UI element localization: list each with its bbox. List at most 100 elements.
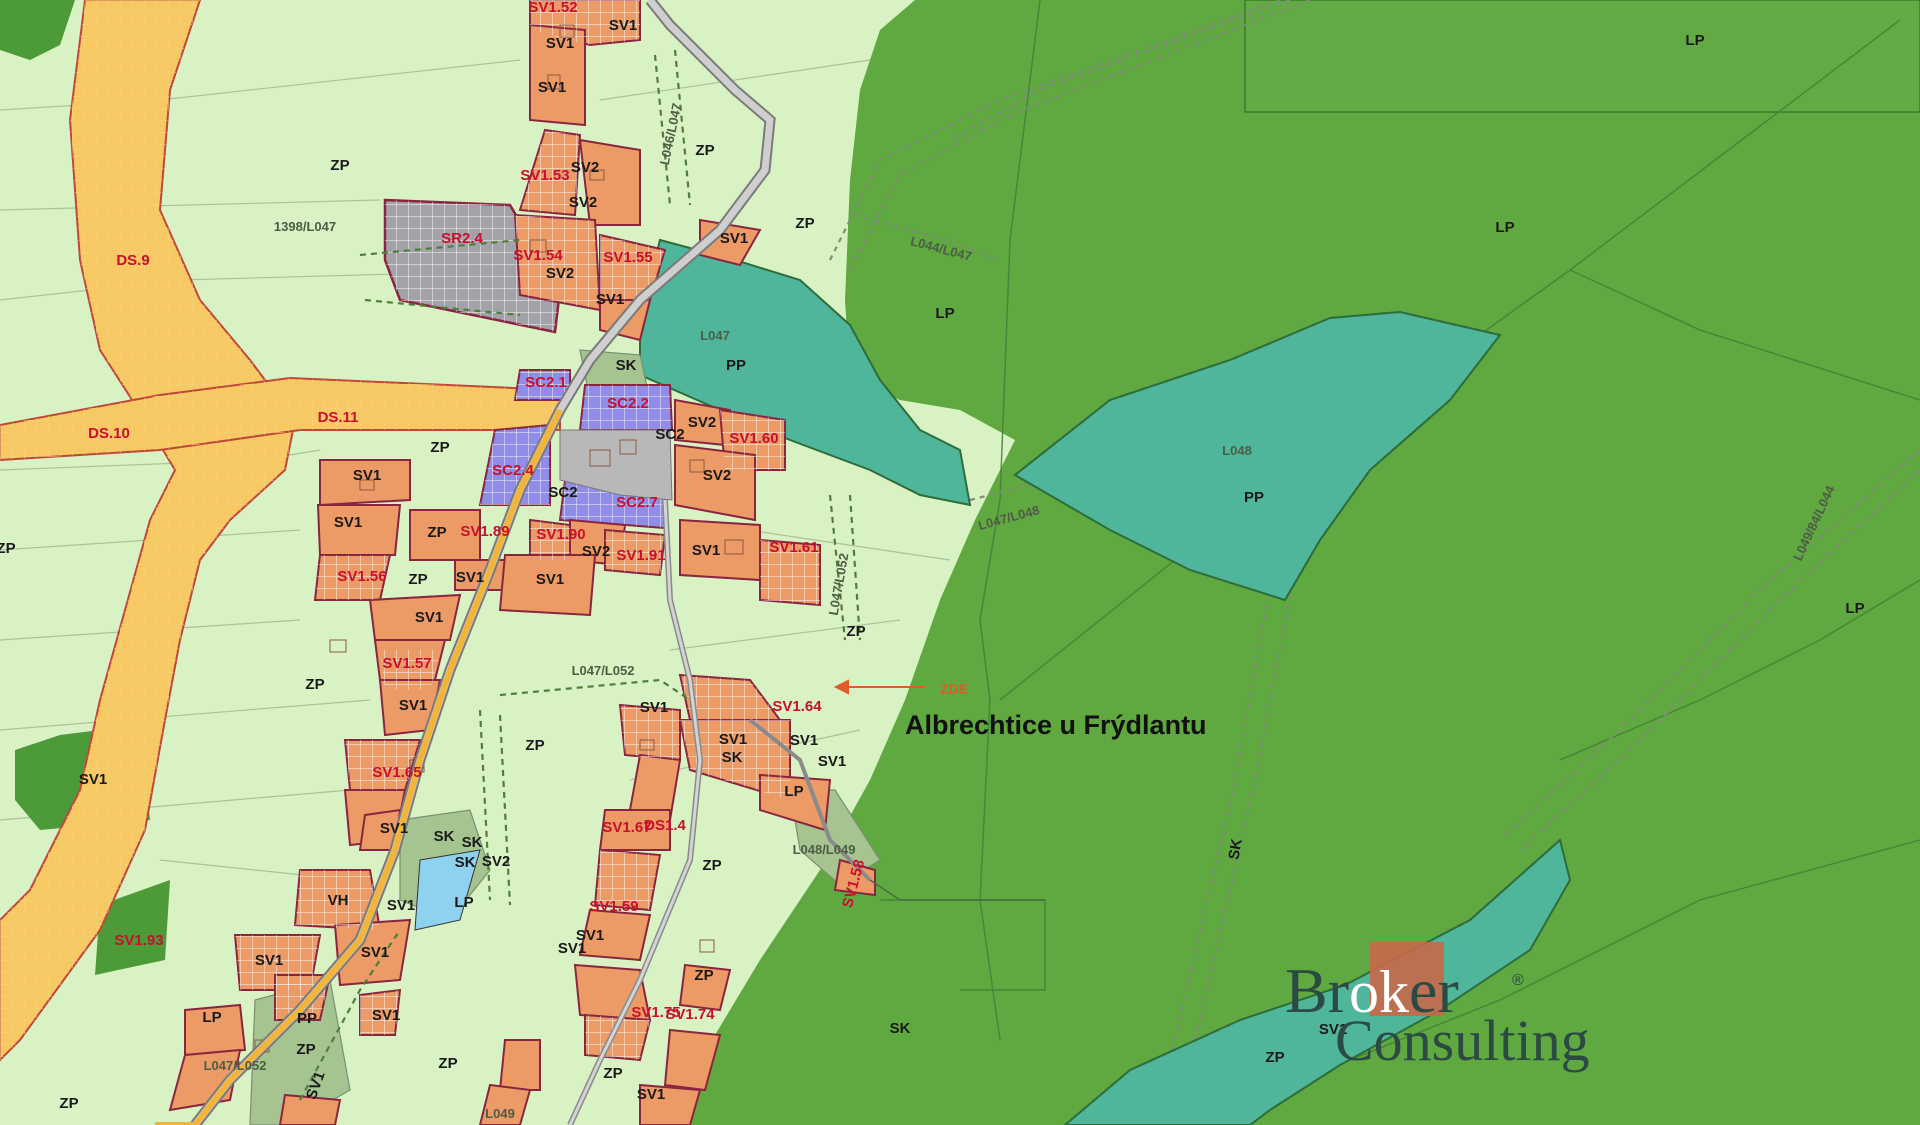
zone-label: SV1.93 [114,932,163,949]
zone-label: ZP [846,623,865,640]
zone-label: ZP [330,157,349,174]
zone-label: SV1 [720,230,748,247]
zone-label: 1398/L047 [274,219,336,234]
watermark-line2: Consulting [1335,1008,1590,1073]
zone-label: LP [1495,219,1514,236]
zone-label: SC2 [655,426,684,443]
zone-label: SK [1225,837,1245,861]
zone-label: VH [328,892,349,909]
zone-label: SC2 [548,484,577,501]
zone-label: SK [890,1020,911,1037]
zone-label: SV2 [571,159,599,176]
zone-label: SV1.75 [631,1004,680,1021]
zone-label: L048 [1222,443,1252,458]
zone-label: ZP [694,967,713,984]
zone-label: PP [1244,489,1264,506]
zone-label: SV1 [372,1007,400,1024]
zone-label: SV1.89 [460,523,509,540]
zone-label: SV1 [692,542,720,559]
zone-label: ZP [408,571,427,588]
zone-label: SV2 [582,543,610,560]
zone-label: SK [722,749,743,766]
zone-label: SV1.57 [382,655,431,672]
zone-label: SV1 [353,467,381,484]
zone-label: ZP [603,1065,622,1082]
zone-label: LP [202,1009,221,1026]
zone-label: SK [455,854,476,871]
zone-label: ZP [0,540,16,557]
zone-label: SV1.59 [589,898,638,915]
zone-label: LP [1685,32,1704,49]
zone-label: ZP [1265,1049,1284,1066]
place-name: Albrechtice u Frýdlantu [905,710,1207,740]
zone-label: SV1 [255,952,283,969]
zone-label: SV1 [538,79,566,96]
zone-label: SV1.64 [772,698,822,715]
zone-label: ZP [795,215,814,232]
zone-label: L047 [700,328,730,343]
zone-label: SC2.4 [492,462,534,479]
zone-label: SV1 [415,609,443,626]
here-marker-label: ZDE [940,681,968,697]
zone-label: SV1.67 [602,819,651,836]
zone-label: SV1 [558,940,586,957]
zone-label: SC2.7 [616,494,658,511]
zone-label: SV1.55 [603,249,652,266]
zone-label: SV1 [609,17,637,34]
zone-label: ZP [305,676,324,693]
zone-label: ZP [296,1041,315,1058]
zone-label: SV2 [703,467,731,484]
zone-label: L049 [485,1106,515,1121]
zone-label: ZP [525,737,544,754]
zone-label: LP [454,894,473,911]
zone-label: ZP [702,857,721,874]
zone-label: SV2 [688,414,716,431]
zoning-map[interactable]: SV1.52 SV1 SV1 SV1 ZP ZP SV1.53 SV2 SV2 ZP 1398/L0… [0,0,1920,1125]
zone-label: SV1 [637,1086,665,1103]
zone-label: LP [784,783,803,800]
zone-label: SR2.4 [441,230,483,247]
zone-label: ZP [59,1095,78,1112]
zone-label: DS.11 [318,409,359,426]
zone-label: SV1.60 [729,430,778,447]
zone-label: SV1 [79,771,107,788]
zone-label: LP [1845,600,1864,617]
zone-label: L048/L049 [793,842,856,857]
zone-label: ZP [427,524,446,541]
zone-label: SV1 [640,699,668,716]
zone-label: SV1.53 [520,167,569,184]
zone-label: SV1.61 [769,539,818,556]
zone-label: ZP [430,439,449,456]
zone-label: SV2 [482,853,510,870]
zone-label: SV1 [399,697,427,714]
zone-label: DS.10 [88,425,130,442]
zone-label: SV1.90 [536,526,585,543]
zone-label: SV1 [790,732,818,749]
zone-label: SV2 [546,265,574,282]
zone-label: ZP [695,142,714,159]
zone-label: SV1 [596,291,624,308]
zone-label: SK [616,357,637,374]
zone-label: L047/L052 [572,663,635,678]
zone-label: SC2.1 [525,374,567,391]
zone-label: PP [297,1010,317,1027]
zone-label: SV1 [546,35,574,52]
zone-label: SK [462,834,483,851]
zone-label: SV1.65 [372,764,421,781]
watermark-registered: ® [1512,972,1524,989]
forest-patch-north [1244,0,1920,113]
zone-label: LP [935,305,954,322]
zone-label: SV1 [334,514,362,531]
zone-label: SV1 [456,569,484,586]
zone-label: SV1.54 [513,247,563,264]
zone-label: SV1 [361,944,389,961]
zone-label: PP [726,357,746,374]
zone-label: SC2.2 [607,395,649,412]
zone-label: DS.9 [116,252,149,269]
zone-label: SV1 [719,731,747,748]
zone-label: SV1 [818,753,846,770]
zone-label: SV1.52 [528,0,577,16]
zone-label: SV1.56 [337,568,386,585]
map-canvas: SV1.52SV1SV1SV1ZPZPSV1.53 SV2SV2ZP1398/L0… [0,0,1920,1125]
zone-label: ZP [438,1055,457,1072]
